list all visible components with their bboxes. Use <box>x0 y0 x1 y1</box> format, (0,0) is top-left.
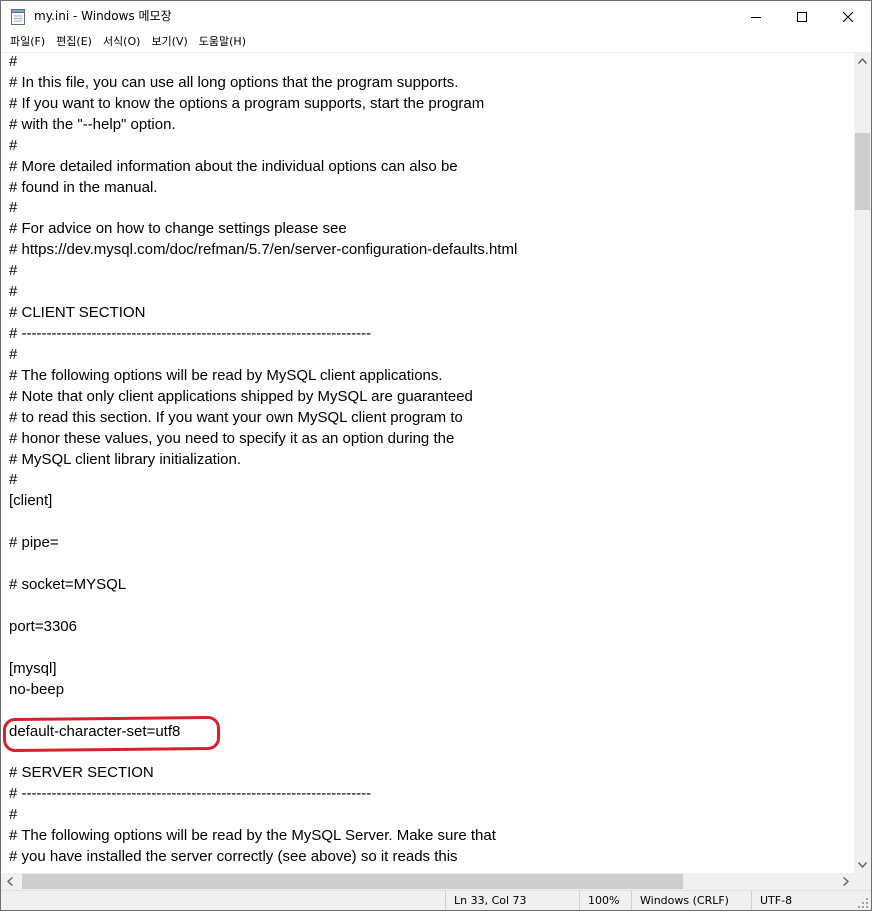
editor-line: # In this file, you can use all long opt… <box>9 73 459 91</box>
editor-line: # CLIENT SECTION <box>9 304 146 322</box>
editor-line: # MySQL client library initialization. <box>9 450 242 468</box>
menu-help[interactable]: 도움말(H) <box>193 32 251 52</box>
editor-line: # For advice on how to change settings p… <box>9 220 347 238</box>
close-button[interactable] <box>825 1 871 32</box>
editor-line: # socket=MYSQL <box>9 576 127 594</box>
scroll-up-arrow-icon[interactable] <box>854 52 871 69</box>
editor-line: # honor these values, you need to specif… <box>9 429 455 447</box>
menu-bar: 파일(F) 편집(E) 서식(O) 보기(V) 도움말(H) <box>1 32 871 52</box>
editor-line: # found in the manual. <box>9 178 158 196</box>
line-ending: Windows (CRLF) <box>631 891 751 910</box>
editor-line: # The following options will be read by … <box>9 827 496 845</box>
editor-line: # <box>9 283 18 301</box>
editor-line: # pipe= <box>9 534 59 552</box>
horizontal-scroll-thumb[interactable] <box>22 874 683 889</box>
title-bar[interactable]: my.ini - Windows 메모장 <box>1 1 871 32</box>
editor-line: # <box>9 199 18 217</box>
editor-line: port=3306 <box>9 617 77 635</box>
menu-file[interactable]: 파일(F) <box>1 32 50 52</box>
vertical-scroll-thumb[interactable] <box>855 133 870 210</box>
cursor-position: Ln 33, Col 73 <box>445 891 579 910</box>
editor-line: # with the "--help" option. <box>9 115 176 133</box>
editor-line: [client] <box>9 492 53 510</box>
editor-line: # Note that only client applications shi… <box>9 387 473 405</box>
editor-line: # More detailed information about the in… <box>9 157 458 175</box>
minimize-button[interactable] <box>733 1 779 32</box>
editor-line: # https://dev.mysql.com/doc/refman/5.7/e… <box>9 241 518 259</box>
editor-line: # SERVER SECTION <box>9 764 154 782</box>
maximize-button[interactable] <box>779 1 825 32</box>
text-editor[interactable]: # # In this file, you can use all long op… <box>1 52 854 874</box>
editor-line: # --------------------------------------… <box>9 324 372 342</box>
editor-line: # --------------------------------------… <box>9 785 372 803</box>
close-icon <box>842 7 854 26</box>
resize-grip-icon[interactable] <box>857 894 869 908</box>
scrollbar-corner <box>854 873 871 890</box>
editor-line: # to read this section. If you want your… <box>9 408 463 426</box>
window-title: my.ini - Windows 메모장 <box>34 9 172 23</box>
zoom-level: 100% <box>579 891 631 910</box>
menu-format[interactable]: 서식(O) <box>97 32 145 52</box>
editor-line: # If you want to know the options a prog… <box>9 94 485 112</box>
horizontal-scrollbar[interactable] <box>1 873 854 890</box>
editor-line: no-beep <box>9 680 65 698</box>
scroll-left-arrow-icon[interactable] <box>1 873 18 890</box>
status-bar: Ln 33, Col 73 100% Windows (CRLF) UTF-8 <box>1 890 871 910</box>
notepad-window: my.ini - Windows 메모장 파일(F) 편집(E) 서식(O) 보… <box>0 0 872 911</box>
editor-line: # <box>9 53 18 70</box>
vertical-scrollbar[interactable] <box>854 52 871 873</box>
editor-line: # <box>9 471 18 489</box>
notepad-icon <box>11 9 25 25</box>
menu-view[interactable]: 보기(V) <box>145 32 192 52</box>
minimize-icon <box>751 7 761 26</box>
editor-line: [mysql] <box>9 659 57 677</box>
menu-edit[interactable]: 편집(E) <box>50 32 97 52</box>
scroll-right-arrow-icon[interactable] <box>837 873 854 890</box>
editor-line: # you have installed the server correctl… <box>9 848 458 866</box>
editor-line: # <box>9 262 18 280</box>
editor-line: # The following options will be read by … <box>9 366 443 384</box>
highlight-annotation <box>2 715 221 753</box>
encoding: UTF-8 <box>751 891 851 910</box>
editor-line: # <box>9 136 18 154</box>
scroll-down-arrow-icon[interactable] <box>854 856 871 873</box>
editor-line: # <box>9 806 18 824</box>
maximize-icon <box>797 7 807 26</box>
editor-line: # <box>9 345 18 363</box>
